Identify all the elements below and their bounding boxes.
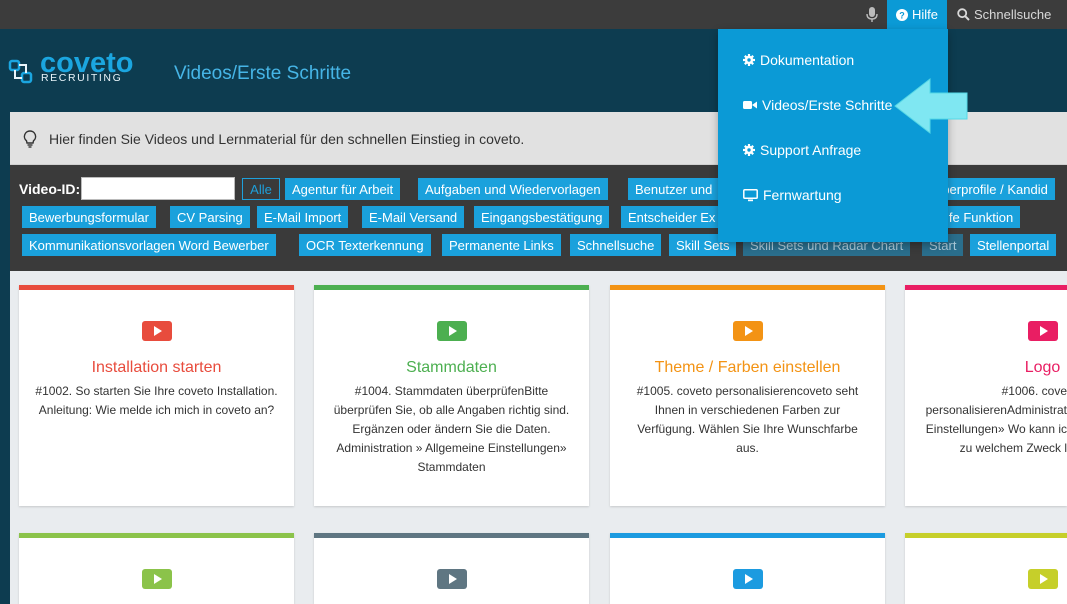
card-stripe bbox=[905, 285, 1067, 290]
menu-item-support[interactable]: Support Anfrage bbox=[743, 142, 861, 158]
gear-icon bbox=[743, 54, 755, 66]
card-stripe bbox=[19, 533, 294, 538]
menu-item-label: Fernwartung bbox=[763, 187, 842, 203]
tag-bewerberprofile[interactable]: rberprofile / Kandid bbox=[931, 178, 1055, 200]
card-title: Stammdaten bbox=[406, 359, 497, 376]
tag-stellenportal[interactable]: Stellenportal bbox=[970, 234, 1057, 256]
card-title: Installation starten bbox=[91, 359, 222, 376]
video-id-input[interactable] bbox=[81, 177, 235, 200]
card-description: #1005. coveto personalisierencoveto seht… bbox=[636, 384, 859, 455]
top-bar: ? Hilfe Schnellsuche bbox=[0, 0, 1067, 29]
card-stripe bbox=[905, 533, 1067, 538]
tag-aufgaben-und-wiedervorlagen[interactable]: Aufgaben und Wiedervorlagen bbox=[418, 178, 608, 200]
microphone-icon[interactable] bbox=[865, 6, 879, 23]
card-stripe bbox=[314, 285, 589, 290]
all-filter-button[interactable]: Alle bbox=[242, 178, 280, 200]
tag-hilfe-funktion[interactable]: lfe Funktion bbox=[939, 206, 1021, 228]
play-icon[interactable] bbox=[1028, 569, 1058, 589]
tag-schnellsuche[interactable]: Schnellsuche bbox=[570, 234, 662, 256]
coveto-logo[interactable]: coveto RECRUITING bbox=[8, 47, 138, 91]
play-icon[interactable] bbox=[142, 569, 172, 589]
video-card[interactable] bbox=[610, 533, 885, 604]
logo-mark-icon bbox=[8, 59, 33, 84]
video-card[interactable] bbox=[314, 533, 589, 604]
card-stripe bbox=[610, 285, 885, 290]
tag-cv-parsing[interactable]: CV Parsing bbox=[170, 206, 250, 228]
pointer-arrow-icon bbox=[894, 77, 968, 135]
play-icon[interactable] bbox=[733, 569, 763, 589]
gear-icon bbox=[743, 144, 755, 156]
card-description: #1004. Stammdaten überprüfenBitte überpr… bbox=[333, 384, 570, 474]
card-stripe bbox=[19, 285, 294, 290]
menu-item-label: Dokumentation bbox=[760, 52, 855, 68]
tag-eingangsbestaetigung[interactable]: Eingangsbestätigung bbox=[474, 206, 610, 228]
video-card[interactable]: Logo #1006. cove personalisierenAdminist… bbox=[905, 285, 1067, 506]
menu-item-fernwartung[interactable]: Fernwartung bbox=[743, 187, 842, 203]
play-icon[interactable] bbox=[733, 321, 763, 341]
menu-item-dokumentation[interactable]: Dokumentation bbox=[743, 52, 854, 68]
tag-entscheider[interactable]: Entscheider Ex bbox=[621, 206, 723, 228]
logo-subtitle: RECRUITING bbox=[41, 72, 123, 84]
svg-text:?: ? bbox=[899, 10, 905, 20]
tag-permanente-links[interactable]: Permanente Links bbox=[442, 234, 561, 256]
quick-search-label: Schnellsuche bbox=[974, 7, 1052, 22]
question-circle-icon: ? bbox=[895, 8, 908, 21]
tag-kommunikationsvorlagen[interactable]: Kommunikationsvorlagen Word Bewerber bbox=[22, 234, 276, 256]
card-title: Theme / Farben einstellen bbox=[654, 359, 841, 376]
left-sidebar-strip bbox=[0, 112, 10, 604]
quick-search-button[interactable]: Schnellsuche bbox=[957, 0, 1051, 29]
help-label: Hilfe bbox=[911, 7, 938, 22]
page-title: Videos/Erste Schritte bbox=[174, 63, 352, 84]
card-description: #1006. cove personalisierenAdministrat E… bbox=[925, 384, 1067, 455]
tag-bewerbungsformular[interactable]: Bewerbungsformular bbox=[22, 206, 156, 228]
play-icon[interactable] bbox=[142, 321, 172, 341]
video-card[interactable] bbox=[905, 533, 1067, 604]
menu-item-label: Support Anfrage bbox=[760, 142, 862, 158]
video-card[interactable]: Theme / Farben einstellen #1005. coveto … bbox=[610, 285, 885, 506]
video-card[interactable] bbox=[19, 533, 294, 604]
play-icon[interactable] bbox=[1028, 321, 1058, 341]
card-title: Logo bbox=[1024, 359, 1061, 376]
tag-agentur-fuer-arbeit[interactable]: Agentur für Arbeit bbox=[285, 178, 401, 200]
monitor-icon bbox=[743, 188, 758, 201]
card-description: #1002. So starten Sie Ihre coveto Instal… bbox=[35, 384, 278, 417]
tag-e-mail-import[interactable]: E-Mail Import bbox=[257, 206, 349, 228]
video-camera-icon bbox=[743, 101, 757, 109]
help-button[interactable]: ? Hilfe bbox=[887, 0, 947, 29]
info-text: Hier finden Sie Videos und Lernmaterial … bbox=[49, 131, 525, 147]
tag-ocr-texterkennung[interactable]: OCR Texterkennung bbox=[299, 234, 431, 256]
tag-e-mail-versand[interactable]: E-Mail Versand bbox=[362, 206, 465, 228]
play-icon[interactable] bbox=[437, 321, 467, 341]
card-stripe bbox=[314, 533, 589, 538]
lightbulb-icon bbox=[23, 130, 37, 148]
play-icon[interactable] bbox=[437, 569, 467, 589]
tag-benutzer[interactable]: Benutzer und bbox=[628, 178, 720, 200]
search-icon bbox=[957, 8, 970, 21]
menu-item-label: Videos/Erste Schritte bbox=[762, 97, 893, 113]
video-id-label: Video-ID: bbox=[19, 181, 81, 197]
help-dropdown-menu: Dokumentation Videos/Erste Schritte Supp… bbox=[718, 29, 948, 242]
card-stripe bbox=[610, 533, 885, 538]
video-card[interactable]: Installation starten #1002. So starten S… bbox=[19, 285, 294, 506]
menu-item-videos[interactable]: Videos/Erste Schritte bbox=[743, 97, 892, 113]
video-card[interactable]: Stammdaten #1004. Stammdaten überprüfenB… bbox=[314, 285, 589, 506]
